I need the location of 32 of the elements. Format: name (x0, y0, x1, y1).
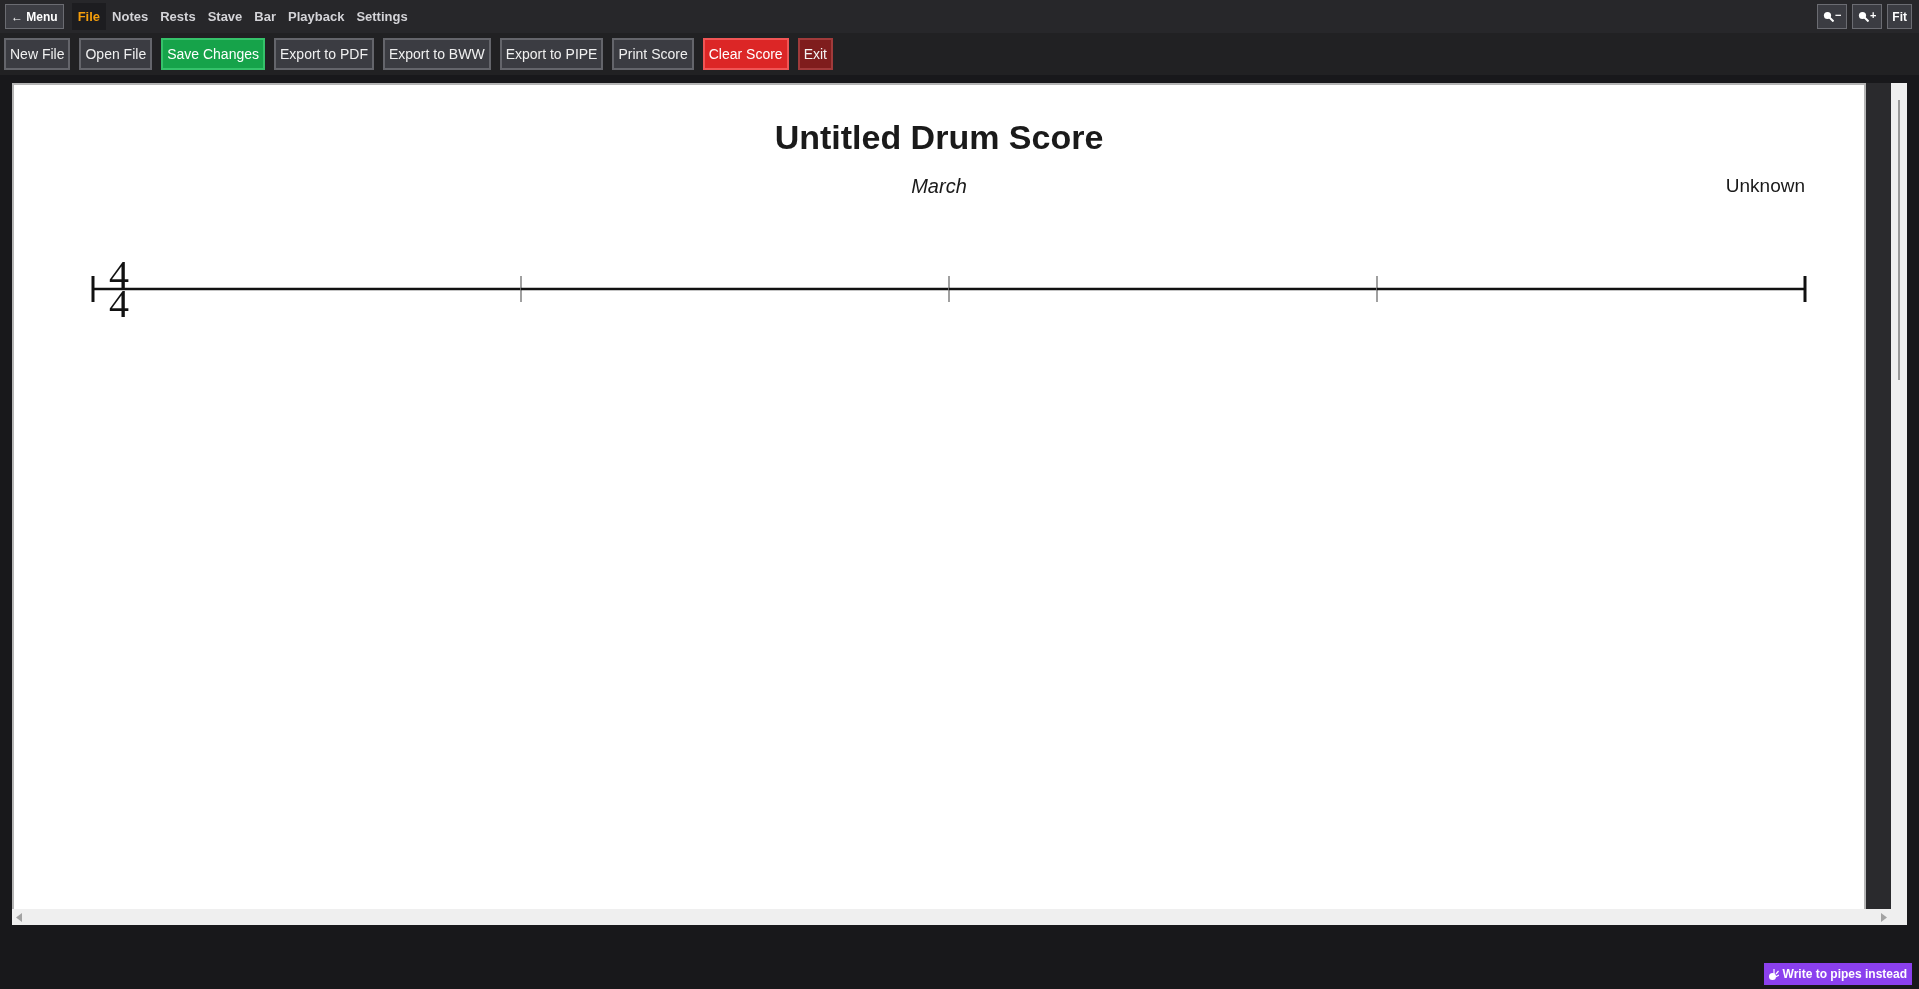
menu-tab[interactable]: File (71, 3, 107, 30)
menu-tab[interactable]: Rests (154, 3, 202, 30)
tune-type: March (911, 174, 967, 198)
horizontal-scrollbar[interactable] (12, 909, 1891, 925)
toolbar-button[interactable]: Open File (79, 38, 153, 70)
score-title: Untitled Drum Score (774, 117, 1104, 157)
write-to-pipes-button[interactable]: Write to pipes instead (1763, 963, 1912, 985)
vertical-scrollbar[interactable] (1891, 83, 1907, 925)
bagpipe-icon (1768, 968, 1779, 980)
scrollbar-thumb[interactable] (1898, 100, 1900, 380)
toolbar-button[interactable]: Exit (797, 38, 833, 70)
menu-tab[interactable]: Notes (106, 3, 155, 30)
toolbar-button[interactable]: Export to PIPE (499, 38, 604, 70)
menu-tab[interactable]: Stave (201, 3, 249, 30)
menu-button[interactable]: ← Menu (5, 4, 64, 29)
menu-tab[interactable]: Playback (282, 3, 351, 30)
toolbar-button[interactable]: Print Score (612, 38, 694, 70)
toolbar-button[interactable]: Export to PDF (274, 38, 374, 70)
toolbar-button[interactable]: Export to BWW (382, 38, 491, 70)
fit-button[interactable]: Fit (1887, 4, 1912, 29)
toolbar-button[interactable]: Clear Score (702, 38, 789, 70)
toolbar-button[interactable]: New File (4, 38, 71, 70)
magnifier-icon (1858, 11, 1870, 22)
start-barline (91, 276, 95, 302)
magnifier-icon (1823, 11, 1835, 22)
zoom-out-button[interactable]: − (1817, 4, 1848, 29)
composer: Unknown (1725, 174, 1805, 198)
scroll-right-icon[interactable] (1881, 912, 1887, 922)
menu-tab[interactable]: Bar (248, 3, 282, 30)
menu-tab[interactable]: Settings (350, 3, 414, 30)
zoom-in-button[interactable]: + (1852, 4, 1883, 29)
scroll-left-icon[interactable] (16, 912, 22, 922)
